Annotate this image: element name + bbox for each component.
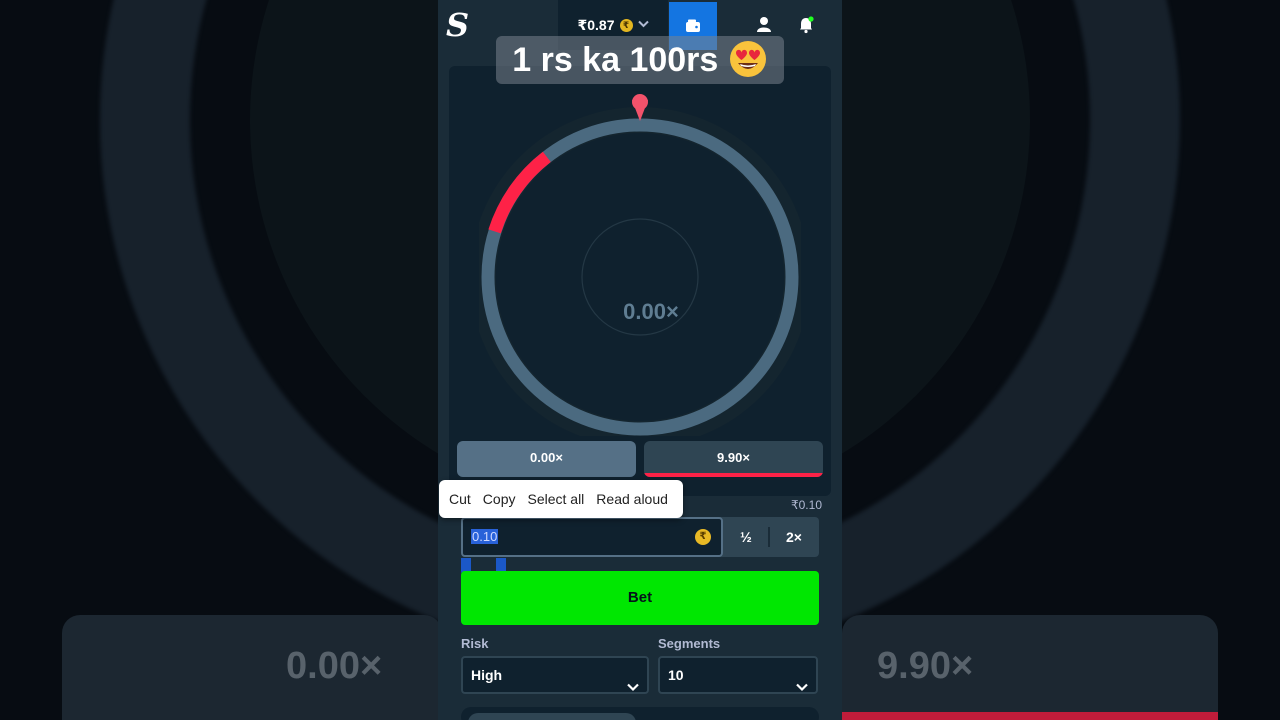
payout-1: 9.90× (644, 441, 823, 477)
half-bet-button[interactable]: ½ (725, 517, 767, 557)
balance-amount: ₹0.87 (577, 16, 615, 33)
screen: 0.00× 9.90× S ₹0.87 ₹ 0.00× 0.00× 9.90× … (0, 0, 1280, 720)
heart-eyes-emoji-icon (729, 41, 766, 77)
wheel (479, 94, 801, 436)
risk-select[interactable]: High (461, 656, 649, 694)
wheel-pointer-head (632, 94, 648, 110)
chevron-down-icon (796, 670, 808, 704)
bet-button[interactable]: Bet (461, 571, 819, 625)
bet-amount-fiat: ₹0.10 (791, 498, 822, 512)
background-red-strip (842, 712, 1218, 720)
double-bet-button[interactable]: 2× (771, 517, 817, 557)
rupee-coin-icon: ₹ (695, 529, 711, 545)
user-icon[interactable] (756, 16, 772, 37)
chevron-down-icon (637, 19, 649, 31)
wallet-icon (686, 19, 700, 32)
bet-amount-input[interactable]: 0.10 (461, 517, 723, 557)
risk-label: Risk (461, 636, 489, 651)
bet-amount-row: 0.10 ₹ ½ 2× (461, 517, 819, 557)
phone-screen: S ₹0.87 ₹ 0.00× 0.00× 9.90× ₹0.10 0.10 ₹… (438, 0, 842, 720)
segments-value: 10 (668, 667, 684, 683)
selected-text: 0.10 (471, 529, 499, 544)
segments-select[interactable]: 10 (658, 656, 818, 694)
segments-label: Segments (658, 636, 721, 651)
site-logo[interactable]: S (446, 6, 469, 44)
menu-item-select-all[interactable]: Select all (521, 491, 590, 507)
menu-item-read-aloud[interactable]: Read aloud (590, 491, 674, 507)
current-multiplier: 0.00× (623, 299, 679, 324)
menu-item-copy[interactable]: Copy (477, 491, 522, 507)
risk-value: High (471, 667, 503, 683)
rupee-coin-icon: ₹ (619, 18, 633, 32)
background-multiplier-left: 0.00× (286, 645, 383, 687)
text-selection-menu: Cut Copy Select all Read aloud (439, 480, 683, 518)
mode-tab-active[interactable] (468, 713, 636, 720)
video-caption: 1 rs ka 100rs (496, 36, 784, 84)
caption-text: 1 rs ka 100rs (512, 41, 719, 79)
background-payout-left (62, 615, 442, 720)
divider (768, 527, 770, 547)
chevron-down-icon (627, 670, 639, 704)
payout-0: 0.00× (457, 441, 636, 477)
background-multiplier-right: 9.90× (877, 645, 974, 687)
game-panel: 0.00× (449, 66, 831, 496)
menu-item-cut[interactable]: Cut (443, 491, 477, 507)
wheel-face (496, 133, 784, 421)
notification-bell-icon[interactable] (798, 16, 814, 39)
